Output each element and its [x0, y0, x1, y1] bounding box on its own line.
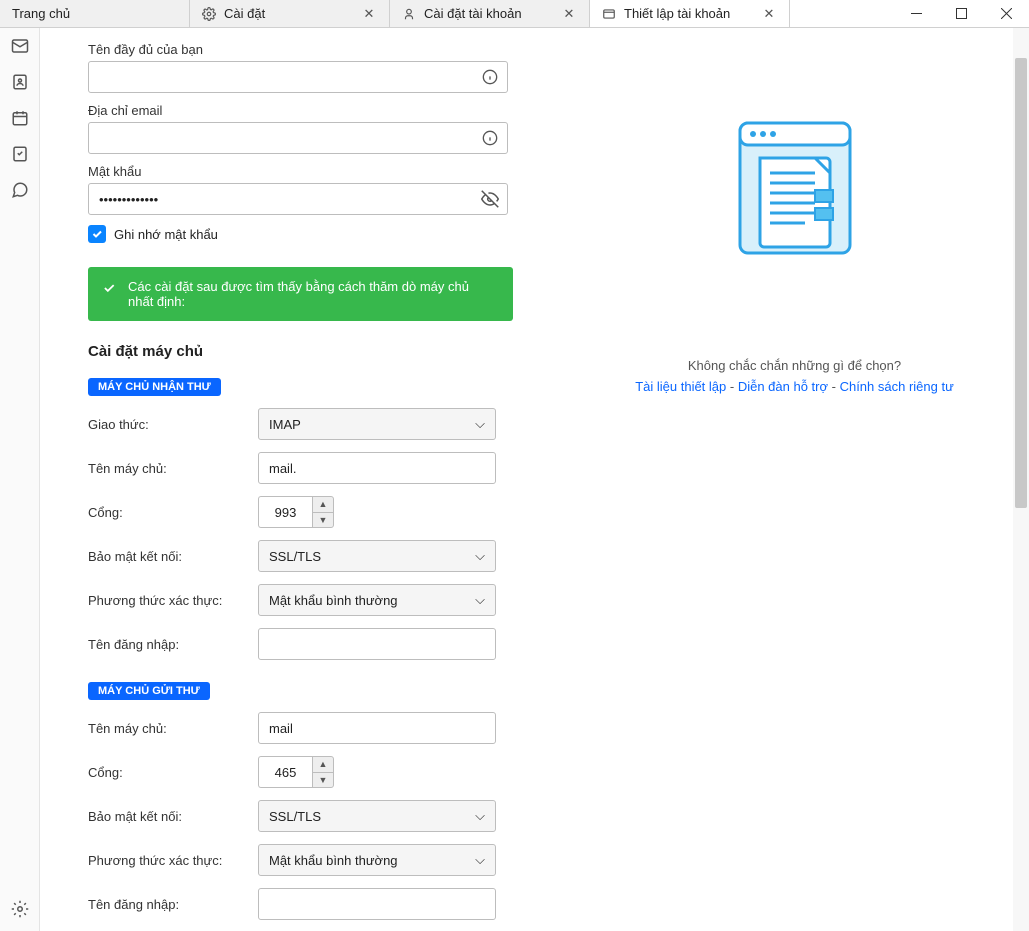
illustration — [705, 88, 885, 288]
tab-label: Cài đặt — [224, 6, 353, 21]
out-port-label: Cổng: — [88, 765, 258, 780]
tab-label: Thiết lập tài khoản — [624, 6, 753, 21]
in-host-label: Tên máy chủ: — [88, 461, 258, 476]
chevron-down-icon: ⌵ — [475, 852, 485, 868]
tab-strip: Trang chủ Cài đặt ✕ Cài đặt tài khoản ✕ … — [0, 0, 894, 27]
out-auth-select[interactable]: Mật khẩu bình thường⌵ — [258, 844, 496, 876]
chevron-down-icon: ⌵ — [475, 416, 485, 432]
sidebar — [0, 28, 40, 931]
tab-label: Trang chủ — [12, 6, 177, 21]
minimize-button[interactable] — [894, 0, 939, 27]
in-security-select[interactable]: SSL/TLS⌵ — [258, 540, 496, 572]
forum-link[interactable]: Diễn đàn hỗ trợ — [738, 379, 828, 394]
tab-home[interactable]: Trang chủ — [0, 0, 190, 27]
setup-icon — [602, 7, 616, 21]
info-icon[interactable] — [480, 128, 500, 148]
out-auth-label: Phương thức xác thực: — [88, 853, 258, 868]
account-icon — [402, 7, 416, 21]
help-text: Không chắc chắn những gì để chọn? — [688, 358, 901, 373]
in-user-input[interactable] — [258, 628, 496, 660]
remember-label: Ghi nhớ mật khẩu — [114, 227, 218, 242]
out-port-input[interactable] — [258, 756, 312, 788]
tab-label: Cài đặt tài khoản — [424, 6, 553, 21]
fullname-input[interactable] — [88, 61, 508, 93]
settings-gear-icon[interactable] — [8, 897, 32, 921]
chevron-down-icon: ⌵ — [475, 548, 485, 564]
chevron-down-icon: ⌵ — [475, 592, 485, 608]
port-stepper[interactable]: ▲▼ — [312, 756, 334, 788]
out-user-input[interactable] — [258, 888, 496, 920]
fullname-label: Tên đầy đủ của bạn — [88, 42, 550, 57]
success-banner: Các cài đặt sau được tìm thấy bằng cách … — [88, 267, 513, 321]
mail-icon[interactable] — [8, 34, 32, 58]
out-host-input[interactable] — [258, 712, 496, 744]
chevron-down-icon[interactable]: ▼ — [313, 513, 333, 528]
protocol-label: Giao thức: — [88, 417, 258, 432]
check-icon — [102, 281, 116, 295]
out-user-label: Tên đăng nhập: — [88, 897, 258, 912]
scrollbar-thumb[interactable] — [1015, 58, 1027, 508]
success-text: Các cài đặt sau được tìm thấy bằng cách … — [128, 279, 469, 309]
close-button[interactable] — [984, 0, 1029, 27]
email-label: Địa chỉ email — [88, 103, 550, 118]
close-icon[interactable]: ✕ — [561, 6, 577, 22]
outgoing-section: MÁY CHỦ GỬI THƯ Tên máy chủ: Cổng: ▲▼ Bả… — [88, 682, 550, 920]
tab-account-setup[interactable]: Thiết lập tài khoản ✕ — [590, 0, 790, 27]
password-input[interactable] — [88, 183, 508, 215]
in-user-label: Tên đăng nhập: — [88, 637, 258, 652]
port-stepper[interactable]: ▲▼ — [312, 496, 334, 528]
gear-icon — [202, 7, 216, 21]
info-icon[interactable] — [480, 67, 500, 87]
email-input[interactable] — [88, 122, 508, 154]
in-auth-label: Phương thức xác thực: — [88, 593, 258, 608]
chevron-up-icon[interactable]: ▲ — [313, 497, 333, 513]
calendar-icon[interactable] — [8, 106, 32, 130]
out-host-label: Tên máy chủ: — [88, 721, 258, 736]
window-controls — [894, 0, 1029, 27]
chevron-down-icon: ⌵ — [475, 808, 485, 824]
in-auth-select[interactable]: Mật khẩu bình thường⌵ — [258, 584, 496, 616]
outgoing-badge: MÁY CHỦ GỬI THƯ — [88, 682, 210, 700]
in-host-input[interactable] — [258, 452, 496, 484]
incoming-section: MÁY CHỦ NHẬN THƯ Giao thức: IMAP⌵ Tên má… — [88, 378, 550, 660]
close-icon[interactable]: ✕ — [361, 6, 377, 22]
incoming-badge: MÁY CHỦ NHẬN THƯ — [88, 378, 221, 396]
chevron-down-icon[interactable]: ▼ — [313, 773, 333, 788]
in-security-label: Bảo mật kết nối: — [88, 549, 258, 564]
form-panel: Tên đầy đủ của bạn Địa chỉ email Mật khẩ… — [40, 28, 560, 931]
chevron-up-icon[interactable]: ▲ — [313, 757, 333, 773]
help-links: Tài liệu thiết lập - Diễn đàn hỗ trợ - C… — [635, 379, 954, 394]
in-port-input[interactable] — [258, 496, 312, 528]
maximize-button[interactable] — [939, 0, 984, 27]
protocol-select[interactable]: IMAP⌵ — [258, 408, 496, 440]
out-security-select[interactable]: SSL/TLS⌵ — [258, 800, 496, 832]
help-panel: Không chắc chắn những gì để chọn? Tài li… — [560, 28, 1029, 931]
out-security-label: Bảo mật kết nối: — [88, 809, 258, 824]
chat-icon[interactable] — [8, 178, 32, 202]
scrollbar[interactable] — [1013, 28, 1029, 931]
eye-off-icon[interactable] — [480, 189, 500, 209]
address-book-icon[interactable] — [8, 70, 32, 94]
tasks-icon[interactable] — [8, 142, 32, 166]
tab-settings[interactable]: Cài đặt ✕ — [190, 0, 390, 27]
tab-account-settings[interactable]: Cài đặt tài khoản ✕ — [390, 0, 590, 27]
in-port-label: Cổng: — [88, 505, 258, 520]
server-heading: Cài đặt máy chủ — [88, 343, 550, 360]
titlebar: Trang chủ Cài đặt ✕ Cài đặt tài khoản ✕ … — [0, 0, 1029, 28]
doc-link[interactable]: Tài liệu thiết lập — [635, 379, 726, 394]
password-label: Mật khẩu — [88, 164, 550, 179]
close-icon[interactable]: ✕ — [761, 6, 777, 22]
remember-checkbox[interactable] — [88, 225, 106, 243]
privacy-link[interactable]: Chính sách riêng tư — [840, 379, 954, 394]
